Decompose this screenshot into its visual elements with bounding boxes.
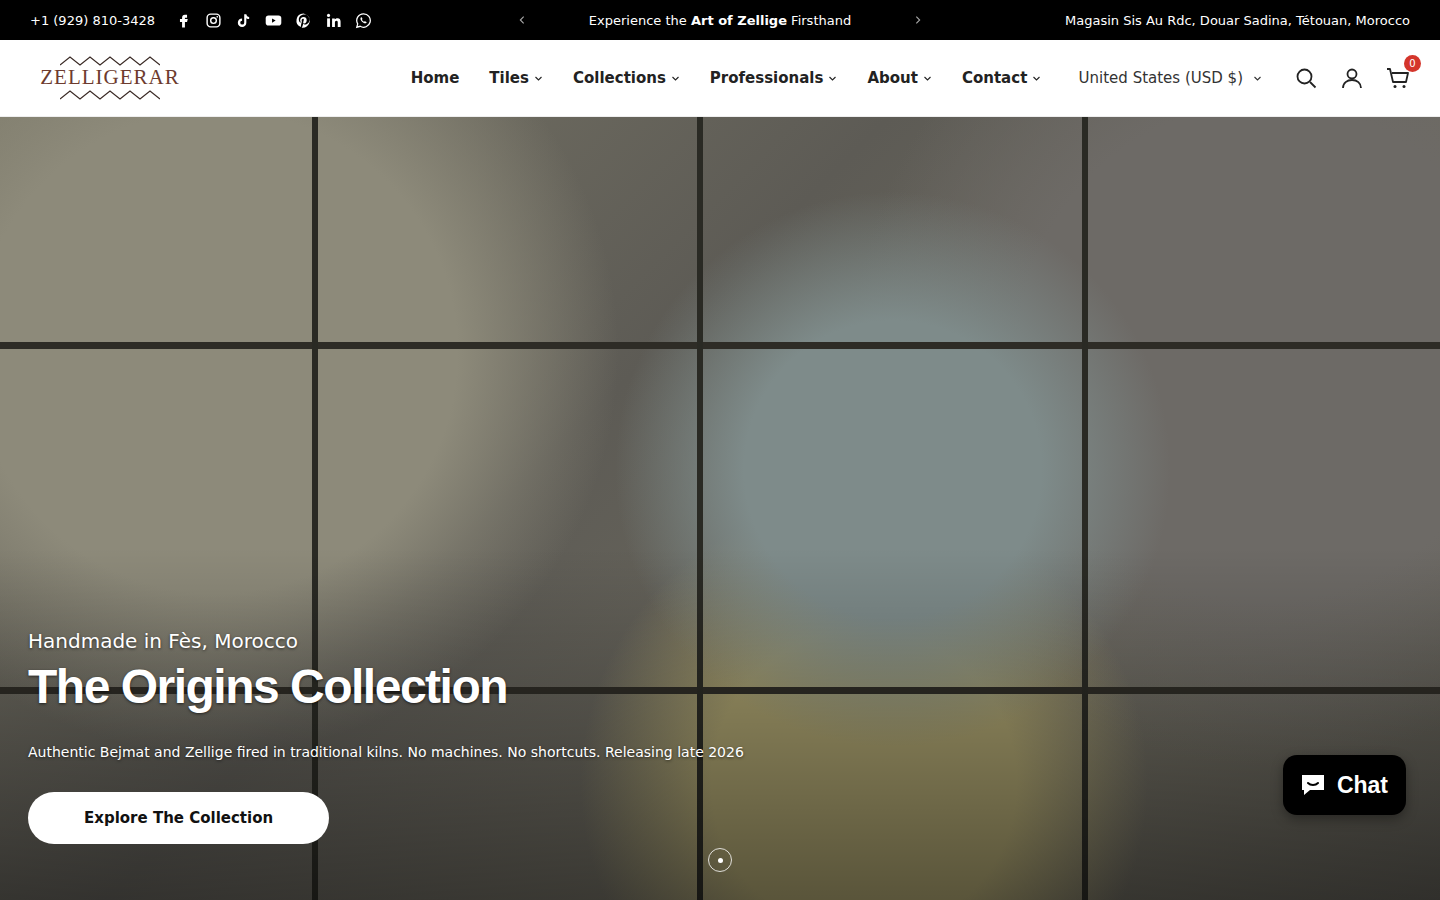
logo[interactable]: ZELLIGERAR [42, 56, 178, 99]
linkedin-icon[interactable] [325, 12, 342, 29]
slide-dot[interactable] [708, 848, 732, 872]
whatsapp-icon[interactable] [355, 12, 372, 29]
hero-description: Authentic Bejmat and Zellige fired in tr… [28, 744, 1412, 760]
instagram-icon[interactable] [205, 12, 222, 29]
nav-label[interactable]: About [867, 69, 918, 87]
chevron-down-icon [1032, 74, 1041, 83]
chat-bubble-icon [1299, 772, 1327, 798]
announcement-text: Art of Zellige [691, 13, 787, 28]
pinterest-icon[interactable] [295, 12, 312, 29]
nav-item[interactable]: Contact [962, 69, 1041, 87]
explore-button[interactable]: Explore The Collection [28, 792, 329, 844]
nav-item[interactable]: About [867, 69, 932, 87]
logo-text[interactable]: ZELLIGERAR [40, 66, 179, 89]
cart-count-badge: 0 [1404, 55, 1421, 72]
nav-label[interactable]: Collections [573, 69, 666, 87]
store-address: Magasin Sis Au Rdc, Douar Sadina, Tétoua… [1065, 13, 1410, 28]
currency-selector[interactable]: United States (USD $) [1079, 69, 1262, 87]
zigzag-top-icon [60, 56, 160, 66]
slide-indicator [708, 848, 732, 872]
announcement: Experience the Art of Zellige Firsthand [589, 13, 851, 28]
hero-title: The Origins Collection [28, 661, 1412, 714]
nav-label[interactable]: Home [411, 69, 460, 87]
chevron-down-icon [534, 74, 543, 83]
tiktok-icon[interactable] [235, 12, 252, 29]
chat-button[interactable]: Chat [1283, 755, 1406, 815]
chevron-down-icon [828, 74, 837, 83]
account-icon[interactable] [1340, 66, 1364, 90]
nav-item[interactable]: Tiles [489, 69, 543, 87]
currency-label[interactable]: United States (USD $) [1079, 69, 1243, 87]
announcement-text: Firsthand [787, 13, 851, 28]
hero-content: Handmade in Fès, Morocco The Origins Coll… [28, 629, 1412, 792]
hero-banner: Handmade in Fès, Morocco The Origins Coll… [0, 117, 1440, 900]
chat-label[interactable]: Chat [1337, 772, 1388, 799]
nav-item[interactable]: Home [411, 69, 460, 87]
facebook-icon[interactable] [175, 12, 192, 29]
hero-eyebrow: Handmade in Fès, Morocco [28, 629, 1412, 653]
chevron-down-icon [923, 74, 932, 83]
chevron-left-icon[interactable] [517, 15, 527, 25]
phone-number[interactable]: +1 (929) 810-3428 [30, 13, 155, 28]
site-header: ZELLIGERAR Home Tiles Collections Profession… [0, 40, 1440, 117]
chevron-down-icon [1253, 74, 1262, 83]
nav-item[interactable]: Professionals [710, 69, 838, 87]
youtube-icon[interactable] [265, 12, 282, 29]
cart-button[interactable]: 0 [1386, 66, 1410, 90]
nav-label[interactable]: Tiles [489, 69, 529, 87]
nav-item[interactable]: Collections [573, 69, 680, 87]
nav-label[interactable]: Professionals [710, 69, 824, 87]
chevron-right-icon[interactable] [913, 15, 923, 25]
search-icon[interactable] [1294, 66, 1318, 90]
social-links [175, 12, 372, 29]
top-bar: +1 (929) 810-3428 Experience the Art of Z… [0, 0, 1440, 40]
nav-label[interactable]: Contact [962, 69, 1027, 87]
chevron-down-icon [671, 74, 680, 83]
main-nav: Home Tiles Collections Professionals About Co… [411, 69, 1042, 87]
announcement-text: Experience the [589, 13, 691, 28]
zigzag-bottom-icon [60, 90, 160, 100]
